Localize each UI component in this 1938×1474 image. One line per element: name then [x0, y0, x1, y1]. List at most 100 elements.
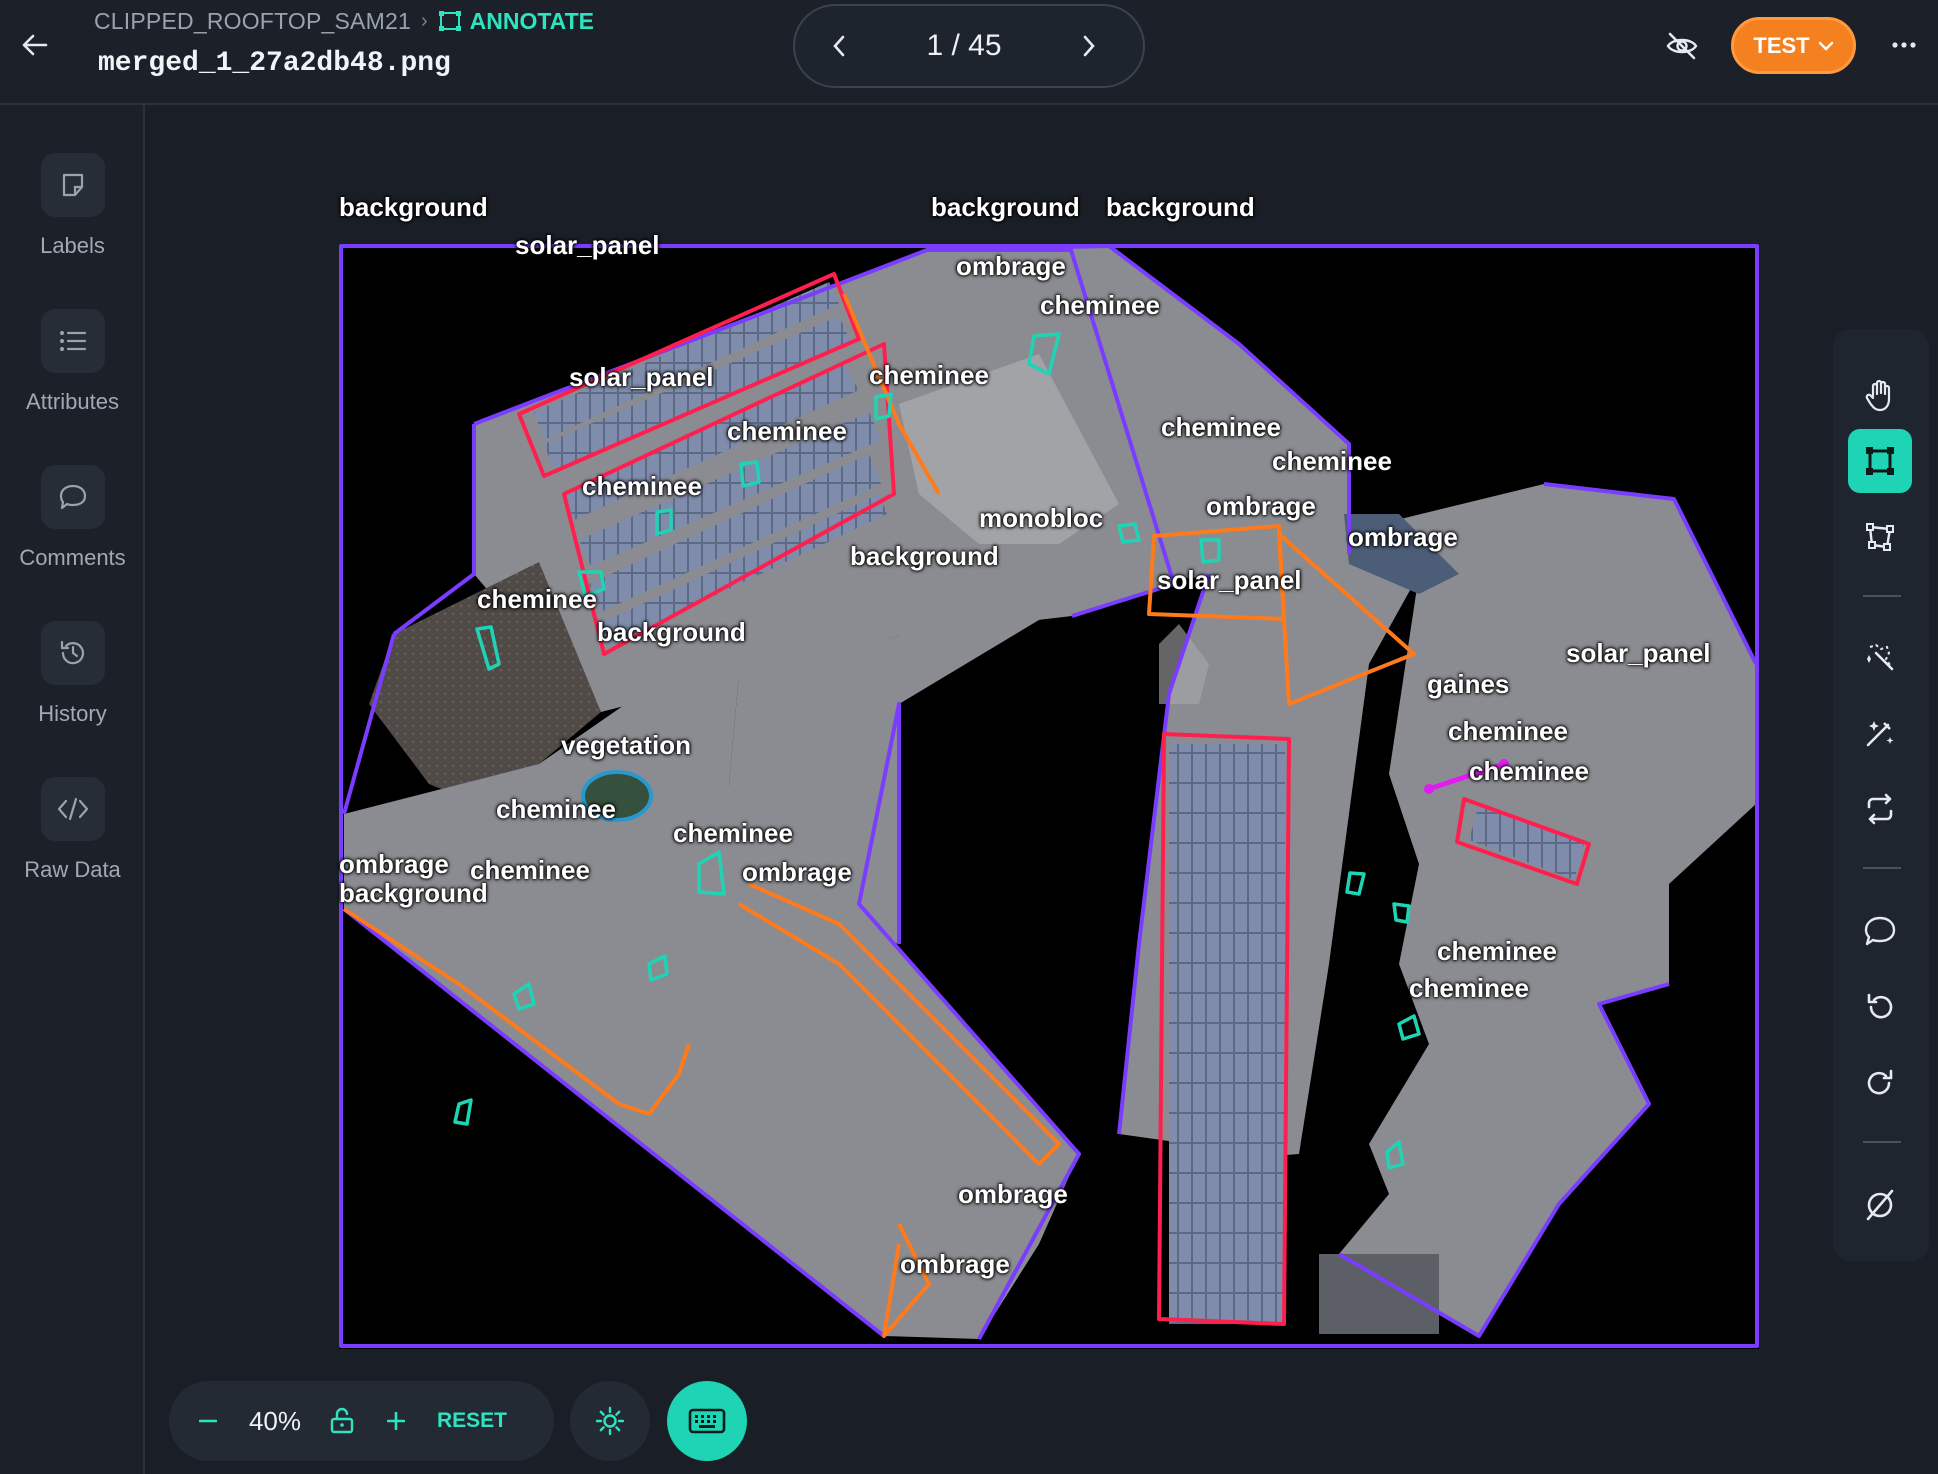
polygon-tool-button[interactable] — [1848, 505, 1912, 569]
annotation-label[interactable]: cheminee — [1437, 938, 1557, 964]
annotation-label[interactable]: cheminee — [869, 362, 989, 388]
unlock-icon — [330, 1407, 354, 1434]
sidebar-item-attributes[interactable]: Attributes — [0, 309, 145, 439]
arrow-left-icon — [22, 34, 48, 56]
sidebar-item-label: Raw Data — [24, 857, 121, 882]
zoom-reset-button[interactable]: RESET — [437, 1409, 507, 1433]
annotation-label[interactable]: background — [1106, 194, 1255, 220]
auto-annotate-icon — [1866, 721, 1894, 747]
annotation-label[interactable]: cheminee — [582, 473, 702, 499]
annotation-label[interactable]: cheminee — [1161, 414, 1281, 440]
bbox-tool-button[interactable] — [1848, 429, 1912, 493]
label-tag-icon — [40, 153, 105, 217]
image-scene[interactable]: background background background solar_p… — [339, 194, 1759, 1349]
code-icon — [40, 777, 105, 841]
top-header: CLIPPED_ROOFTOP_SAM21 › ANNOTATE merged_… — [0, 0, 1938, 105]
annotate-label: ANNOTATE — [469, 7, 594, 34]
annotation-label[interactable]: ombrage — [1206, 493, 1316, 519]
keyboard-shortcuts-button[interactable] — [667, 1381, 747, 1461]
annotation-label[interactable]: ombrage — [956, 253, 1066, 279]
polygon-icon — [1866, 523, 1894, 551]
redo-icon — [1867, 1069, 1893, 1095]
project-name-link[interactable]: CLIPPED_ROOFTOP_SAM21 — [94, 8, 411, 35]
undo-button[interactable] — [1848, 975, 1912, 1039]
annotate-icon — [438, 11, 461, 31]
zoom-out-button[interactable] — [191, 1404, 225, 1438]
annotation-label[interactable]: background — [850, 543, 999, 569]
file-name: merged_1_27a2db48.png — [98, 48, 451, 79]
annotation-label[interactable]: cheminee — [727, 418, 847, 444]
redo-button[interactable] — [1848, 1051, 1912, 1115]
zoom-level: 40% — [248, 1405, 302, 1436]
test-label: TEST — [1753, 32, 1810, 58]
comment-tool-button[interactable] — [1848, 899, 1912, 963]
annotation-label[interactable]: vegetation — [561, 732, 691, 758]
page-indicator: 1 / 45 — [926, 29, 1002, 62]
annotation-label[interactable]: solar_panel — [569, 364, 714, 390]
test-dropdown-button[interactable]: TEST — [1731, 17, 1856, 74]
annotation-label[interactable]: solar_panel — [515, 232, 660, 258]
magic-wand-icon — [1867, 643, 1894, 671]
sam-tool-button[interactable] — [1848, 625, 1912, 689]
sidebar-item-label: Attributes — [26, 389, 119, 414]
annotation-label[interactable]: ombrage — [900, 1251, 1010, 1277]
toggle-visibility-button[interactable] — [1662, 26, 1702, 66]
image-pager: 1 / 45 — [793, 4, 1145, 88]
list-icon — [40, 309, 105, 373]
annotation-label[interactable]: solar_panel — [1157, 567, 1302, 593]
sidebar-item-label: Comments — [19, 545, 126, 570]
sun-icon — [595, 1406, 625, 1436]
sidebar-item-history[interactable]: History — [0, 621, 145, 751]
annotation-label[interactable]: ombrage — [958, 1181, 1068, 1207]
left-sidebar: Labels Attributes Comments History Raw D… — [0, 105, 145, 1474]
zoom-controls: 40% RESET — [169, 1381, 554, 1461]
more-options-button[interactable] — [1884, 28, 1924, 62]
plus-icon — [387, 1412, 405, 1430]
brightness-button[interactable] — [570, 1381, 650, 1461]
annotation-label[interactable]: cheminee — [477, 586, 597, 612]
annotation-label[interactable]: cheminee — [673, 820, 793, 846]
annotation-label[interactable]: background — [597, 619, 746, 645]
annotation-label[interactable]: monobloc — [979, 505, 1103, 531]
sidebar-item-label: History — [38, 701, 107, 726]
keyboard-icon — [688, 1408, 726, 1434]
annotation-label[interactable]: background — [931, 194, 1080, 220]
prev-image-button[interactable] — [819, 26, 859, 66]
pan-tool-button[interactable] — [1848, 363, 1912, 427]
annotation-label[interactable]: ombrage — [742, 859, 852, 885]
zoom-lock-button[interactable] — [325, 1404, 359, 1438]
back-button[interactable] — [16, 26, 54, 64]
annotation-label[interactable]: ombrage — [339, 851, 449, 877]
annotation-label[interactable]: solar_panel — [1566, 640, 1711, 666]
annotation-label[interactable]: background — [339, 194, 488, 220]
comment-icon — [40, 465, 105, 529]
eye-off-icon — [1666, 32, 1698, 60]
auto-annotate-button[interactable] — [1848, 701, 1912, 765]
minus-icon — [199, 1419, 217, 1423]
toolbar-divider — [1863, 867, 1901, 869]
annotation-label[interactable]: cheminee — [1040, 292, 1160, 318]
hand-icon — [1865, 379, 1891, 412]
next-image-button[interactable] — [1069, 26, 1109, 66]
clear-button[interactable] — [1848, 1173, 1912, 1237]
more-horizontal-icon — [1892, 42, 1916, 48]
bbox-icon — [1866, 447, 1894, 475]
undo-icon — [1867, 993, 1893, 1019]
swap-button[interactable] — [1848, 777, 1912, 841]
sidebar-item-comments[interactable]: Comments — [0, 465, 145, 595]
annotation-label[interactable]: cheminee — [496, 796, 616, 822]
sidebar-item-labels[interactable]: Labels — [0, 153, 145, 283]
history-icon — [40, 621, 105, 685]
sidebar-item-raw-data[interactable]: Raw Data — [0, 777, 145, 907]
annotation-label[interactable]: ombrage — [1348, 524, 1458, 550]
annotation-label[interactable]: background — [339, 880, 488, 906]
toolbar-divider — [1863, 1141, 1901, 1143]
zoom-in-button[interactable] — [379, 1404, 413, 1438]
chevron-left-icon — [833, 35, 845, 57]
annotation-label[interactable]: cheminee — [1272, 448, 1392, 474]
annotation-label[interactable]: gaines — [1427, 671, 1509, 697]
annotation-label[interactable]: cheminee — [1409, 975, 1529, 1001]
chevron-right-icon — [1083, 35, 1095, 57]
annotation-label[interactable]: cheminee — [1448, 718, 1568, 744]
annotation-label[interactable]: cheminee — [1469, 758, 1589, 784]
